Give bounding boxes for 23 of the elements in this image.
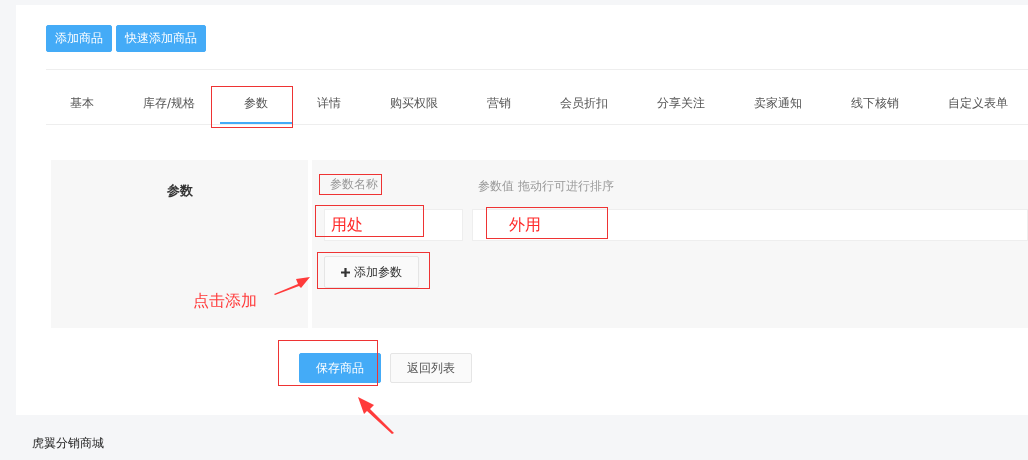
annotation-arrow: [272, 274, 312, 296]
annotation-arrow: [355, 395, 397, 435]
param-name-field[interactable]: 用处: [324, 209, 463, 241]
tab[interactable]: 库存/规格: [119, 86, 220, 124]
annotation-text: 点击添加: [193, 291, 257, 312]
tab[interactable]: 卖家通知: [730, 86, 827, 124]
tab[interactable]: 营销: [463, 86, 536, 124]
tab[interactable]: 参数: [220, 86, 293, 124]
column-header: 参数名称: [319, 174, 382, 195]
param-value-field[interactable]: 外用: [472, 209, 1028, 241]
tab[interactable]: 详情: [293, 86, 366, 124]
tab[interactable]: 自定义表单: [924, 86, 1028, 124]
tab[interactable]: 线下核销: [827, 86, 924, 124]
back-button[interactable]: 返回列表: [390, 353, 472, 383]
section-label: 参数: [166, 182, 193, 198]
add-param-button[interactable]: 添加参数: [324, 256, 419, 288]
tab[interactable]: 分享关注: [633, 86, 730, 124]
plus-icon: [341, 267, 350, 277]
column-header: 参数值 拖动行可进行排序: [478, 178, 614, 195]
tab[interactable]: 基本: [46, 86, 118, 124]
footer-text: 虎翼分销商城: [32, 435, 104, 452]
tab[interactable]: 会员折扣: [536, 86, 633, 124]
tab[interactable]: 购买权限: [366, 86, 463, 124]
